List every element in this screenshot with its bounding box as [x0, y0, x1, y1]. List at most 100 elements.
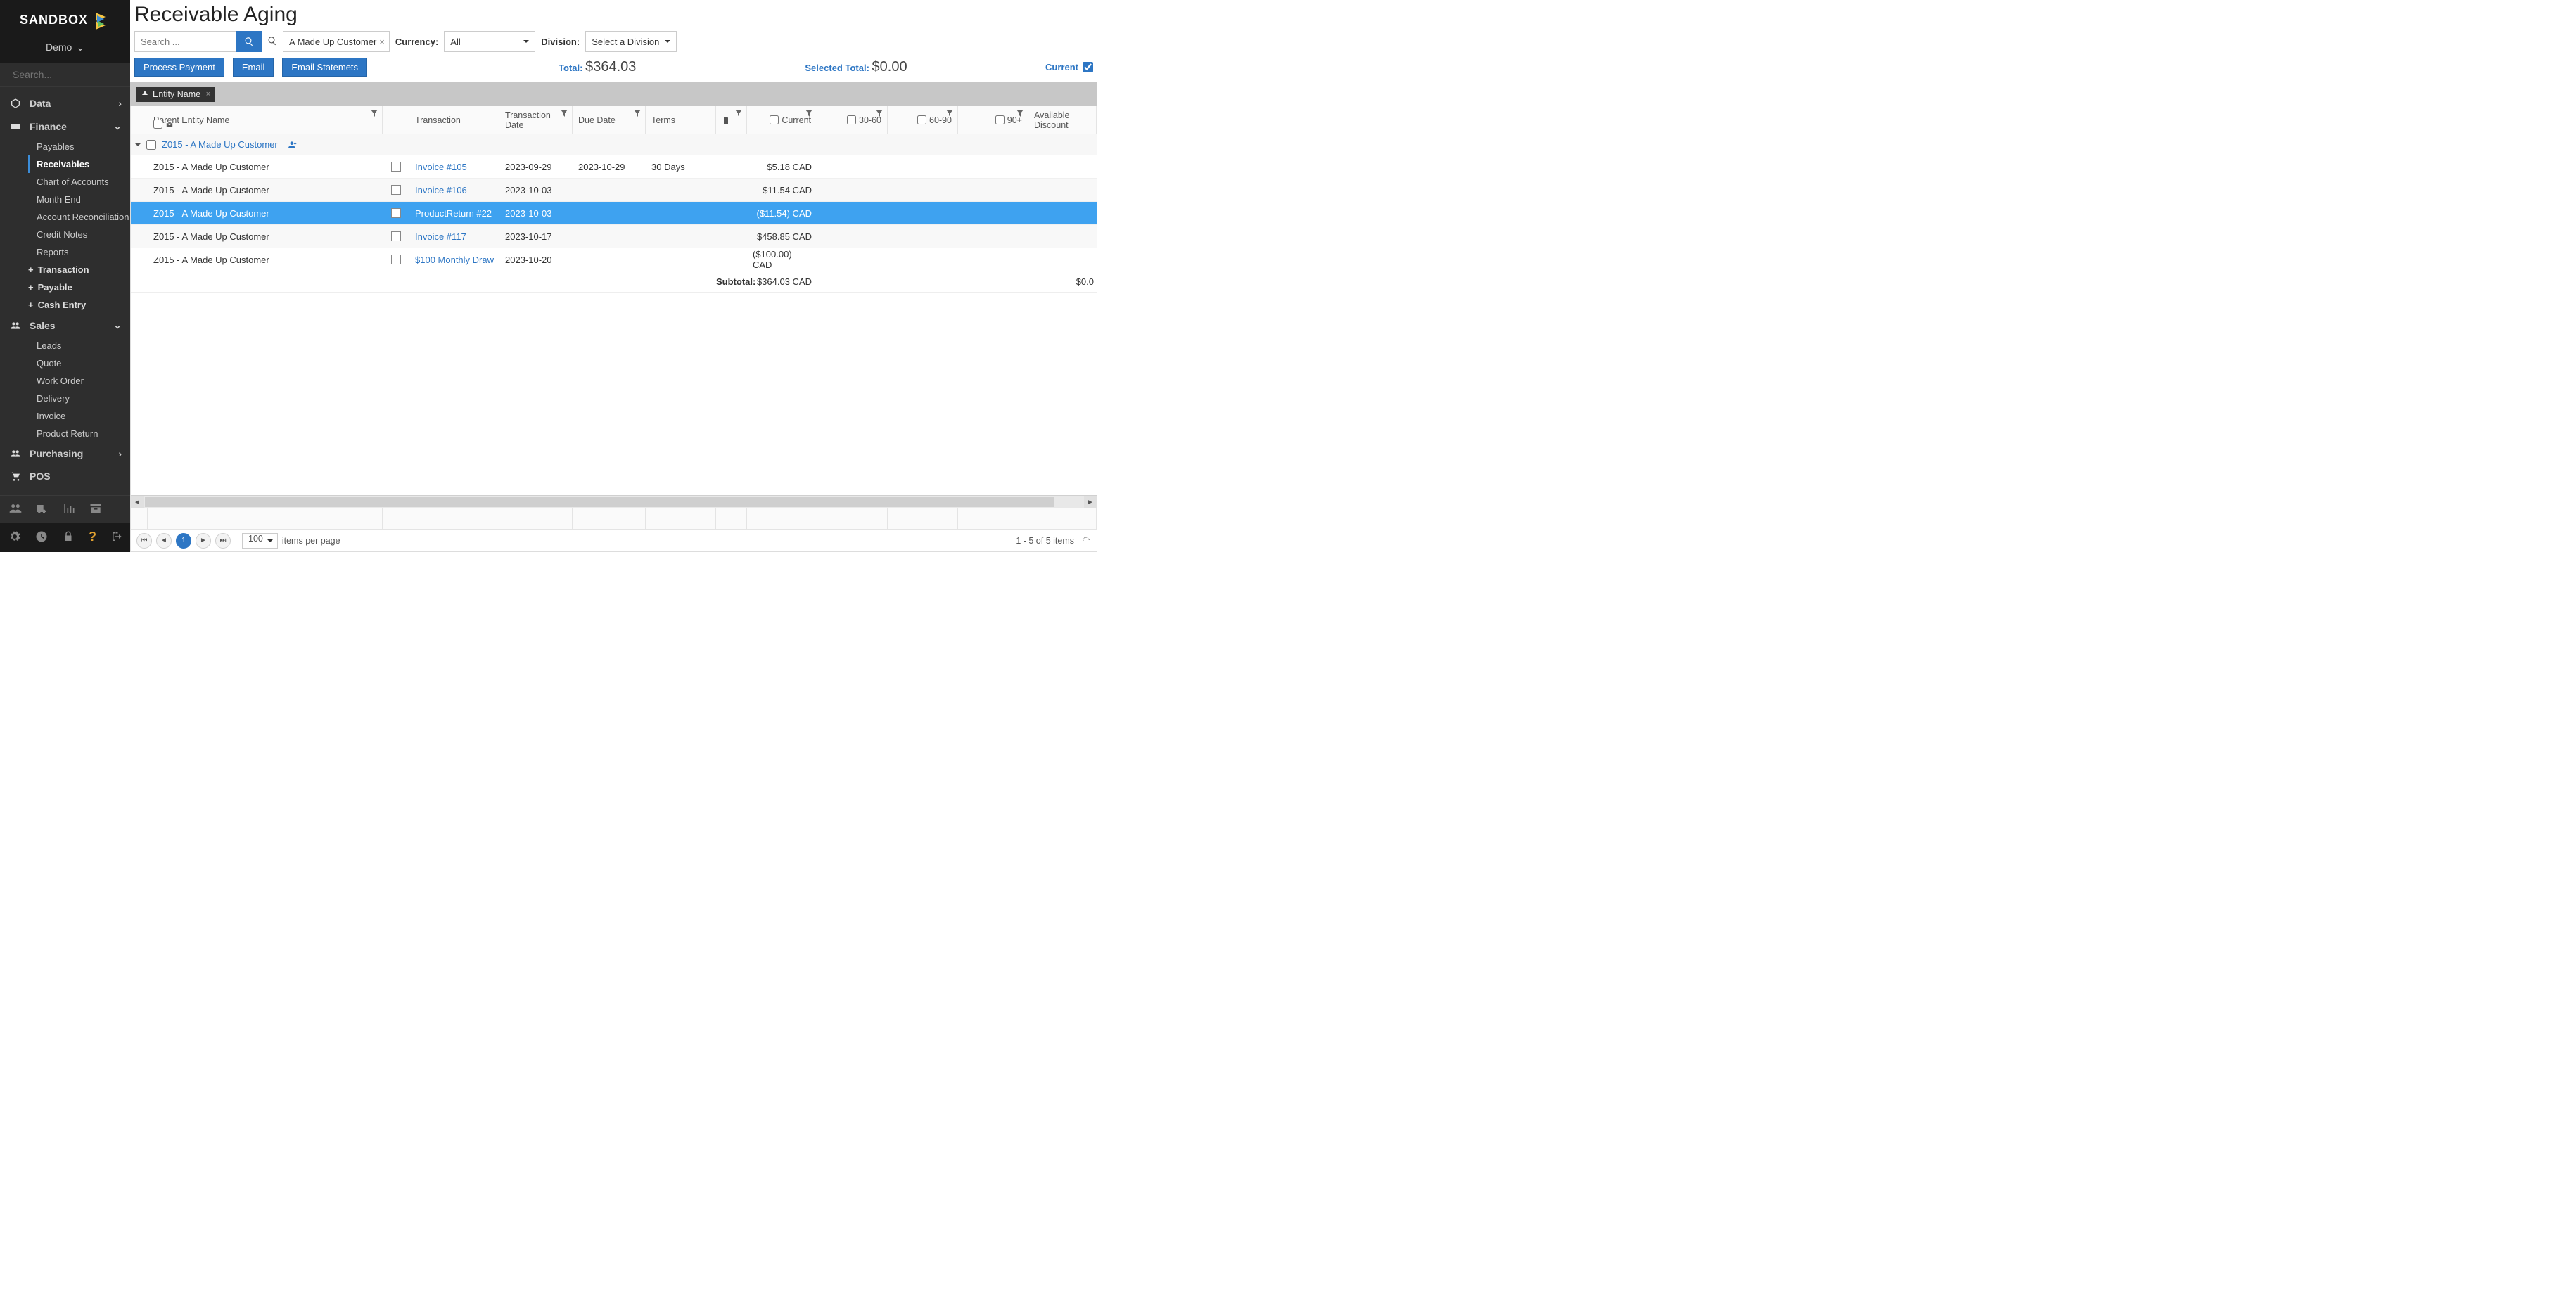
- grid: Parent Entity Name Transaction Transacti…: [130, 106, 1097, 552]
- group-checkbox[interactable]: [146, 140, 156, 150]
- chart-icon[interactable]: [62, 501, 76, 518]
- row-checkbox[interactable]: [391, 208, 401, 218]
- nav-item-pos[interactable]: POS: [0, 465, 130, 487]
- col-due-date[interactable]: Due Date: [573, 106, 646, 134]
- nav-sub-credit-notes[interactable]: Credit Notes: [37, 226, 130, 243]
- customer-filter-chip[interactable]: A Made Up Customer ×: [283, 31, 390, 52]
- archive-icon[interactable]: [89, 501, 103, 518]
- nav-sub-delivery[interactable]: Delivery: [37, 390, 130, 407]
- people-icon[interactable]: [8, 501, 23, 518]
- col-parent[interactable]: Parent Entity Name: [148, 106, 383, 134]
- nav-item-data[interactable]: Data›: [0, 92, 130, 115]
- col-terms[interactable]: Terms: [646, 106, 716, 134]
- page-prev-button[interactable]: ◄: [156, 533, 172, 549]
- col-60-90[interactable]: 60-90: [888, 106, 958, 134]
- search-icon[interactable]: [267, 36, 277, 48]
- user-menu[interactable]: Demo⌄: [0, 41, 130, 63]
- page-size-dropdown[interactable]: 100: [242, 533, 278, 549]
- filter-icon[interactable]: [946, 109, 953, 119]
- nav-sub-month-end[interactable]: Month End: [37, 191, 130, 208]
- row-checkbox[interactable]: [391, 255, 401, 264]
- filter-icon[interactable]: [735, 109, 742, 119]
- clear-customer-icon[interactable]: ×: [379, 37, 385, 47]
- col-email[interactable]: [383, 106, 409, 134]
- table-row[interactable]: Z015 - A Made Up CustomerProductReturn #…: [131, 202, 1097, 225]
- nav-sub-payable[interactable]: Payable: [28, 278, 130, 296]
- clock-icon[interactable]: [35, 530, 48, 545]
- horizontal-scrollbar[interactable]: ◄ ►: [131, 495, 1097, 508]
- filter-icon[interactable]: [561, 109, 568, 119]
- help-icon[interactable]: ?: [89, 530, 96, 545]
- row-checkbox[interactable]: [391, 185, 401, 195]
- group-link[interactable]: Z015 - A Made Up Customer: [162, 139, 278, 150]
- search-button[interactable]: [236, 31, 262, 52]
- col-available-discount[interactable]: Available Discount: [1028, 106, 1097, 134]
- table-row[interactable]: Z015 - A Made Up CustomerInvoice #106202…: [131, 179, 1097, 202]
- page-first-button[interactable]: ⏮: [136, 533, 152, 549]
- page-last-button[interactable]: ⏭: [215, 533, 231, 549]
- email-button[interactable]: Email: [233, 58, 274, 77]
- page-next-button[interactable]: ►: [196, 533, 211, 549]
- nav-sub-receivables[interactable]: Receivables: [28, 155, 130, 173]
- refresh-icon[interactable]: [1081, 536, 1091, 546]
- col-current[interactable]: Current: [747, 106, 817, 134]
- filter-icon[interactable]: [1016, 109, 1024, 119]
- table-row[interactable]: Z015 - A Made Up CustomerInvoice #117202…: [131, 225, 1097, 248]
- table-row[interactable]: Z015 - A Made Up CustomerInvoice #105202…: [131, 155, 1097, 179]
- nav-sub-transaction[interactable]: Transaction: [28, 261, 130, 278]
- search-input[interactable]: [134, 31, 236, 52]
- group-chip[interactable]: Entity Name: [136, 87, 215, 102]
- nav-item-projects[interactable]: Projects›: [0, 487, 130, 495]
- division-dropdown[interactable]: Select a Division: [585, 31, 677, 52]
- lock-icon[interactable]: [62, 530, 75, 545]
- scroll-thumb[interactable]: [145, 497, 1054, 507]
- cell-transaction[interactable]: Invoice #106: [409, 185, 499, 196]
- row-checkbox[interactable]: [391, 162, 401, 172]
- cell-transaction[interactable]: ProductReturn #22: [409, 208, 499, 219]
- logout-icon[interactable]: [110, 530, 123, 545]
- process-payment-button[interactable]: Process Payment: [134, 58, 224, 77]
- col-transaction-date[interactable]: Transaction Date: [499, 106, 573, 134]
- nav-item-sales[interactable]: Sales⌄: [0, 314, 130, 337]
- nav-sub-quote[interactable]: Quote: [37, 354, 130, 372]
- col-90plus[interactable]: 90+: [958, 106, 1028, 134]
- current-toggle[interactable]: Current: [1045, 62, 1093, 72]
- filter-icon[interactable]: [371, 109, 378, 119]
- nav-sub-account-reconciliation[interactable]: Account Reconciliation: [37, 208, 130, 226]
- filter-icon[interactable]: [805, 109, 812, 119]
- sidebar-search-input[interactable]: [13, 69, 140, 80]
- col-30-60[interactable]: 30-60: [817, 106, 888, 134]
- filter-icon[interactable]: [876, 109, 883, 119]
- nav-sub-work-order[interactable]: Work Order: [37, 372, 130, 390]
- nav-sub-product-return[interactable]: Product Return: [37, 425, 130, 442]
- group-row[interactable]: Z015 - A Made Up Customer: [131, 134, 1097, 155]
- current-checkbox[interactable]: [1083, 62, 1093, 72]
- nav-sub-cash-entry[interactable]: Cash Entry: [28, 296, 130, 314]
- col-note[interactable]: [716, 106, 747, 134]
- cell-transaction[interactable]: $100 Monthly Draw: [409, 255, 499, 265]
- nav-item-finance[interactable]: Finance⌄: [0, 115, 130, 138]
- col-transaction[interactable]: Transaction: [409, 106, 499, 134]
- row-checkbox[interactable]: [391, 231, 401, 241]
- nav-sub-leads[interactable]: Leads: [37, 337, 130, 354]
- select-all-checkbox[interactable]: [153, 120, 162, 129]
- nav-sub-payables[interactable]: Payables: [37, 138, 130, 155]
- cell-transaction[interactable]: Invoice #117: [409, 231, 499, 242]
- sidebar-search[interactable]: [0, 63, 130, 87]
- scroll-right-icon[interactable]: ►: [1084, 496, 1097, 508]
- filter-icon[interactable]: [634, 109, 641, 119]
- currency-dropdown[interactable]: All: [444, 31, 535, 52]
- page-current[interactable]: 1: [176, 533, 191, 549]
- nav-sub-reports[interactable]: Reports: [37, 243, 130, 261]
- scroll-left-icon[interactable]: ◄: [131, 496, 144, 508]
- user-plus-icon[interactable]: [288, 140, 298, 150]
- nav-item-purchasing[interactable]: Purchasing›: [0, 442, 130, 465]
- collapse-icon[interactable]: [135, 143, 141, 149]
- email-statements-button[interactable]: Email Statemets: [282, 58, 367, 77]
- nav-sub-chart-of-accounts[interactable]: Chart of Accounts: [37, 173, 130, 191]
- cell-transaction[interactable]: Invoice #105: [409, 162, 499, 172]
- table-row[interactable]: Z015 - A Made Up Customer$100 Monthly Dr…: [131, 248, 1097, 271]
- nav-sub-invoice[interactable]: Invoice: [37, 407, 130, 425]
- truck-icon[interactable]: [35, 501, 49, 518]
- gear-icon[interactable]: [8, 530, 21, 545]
